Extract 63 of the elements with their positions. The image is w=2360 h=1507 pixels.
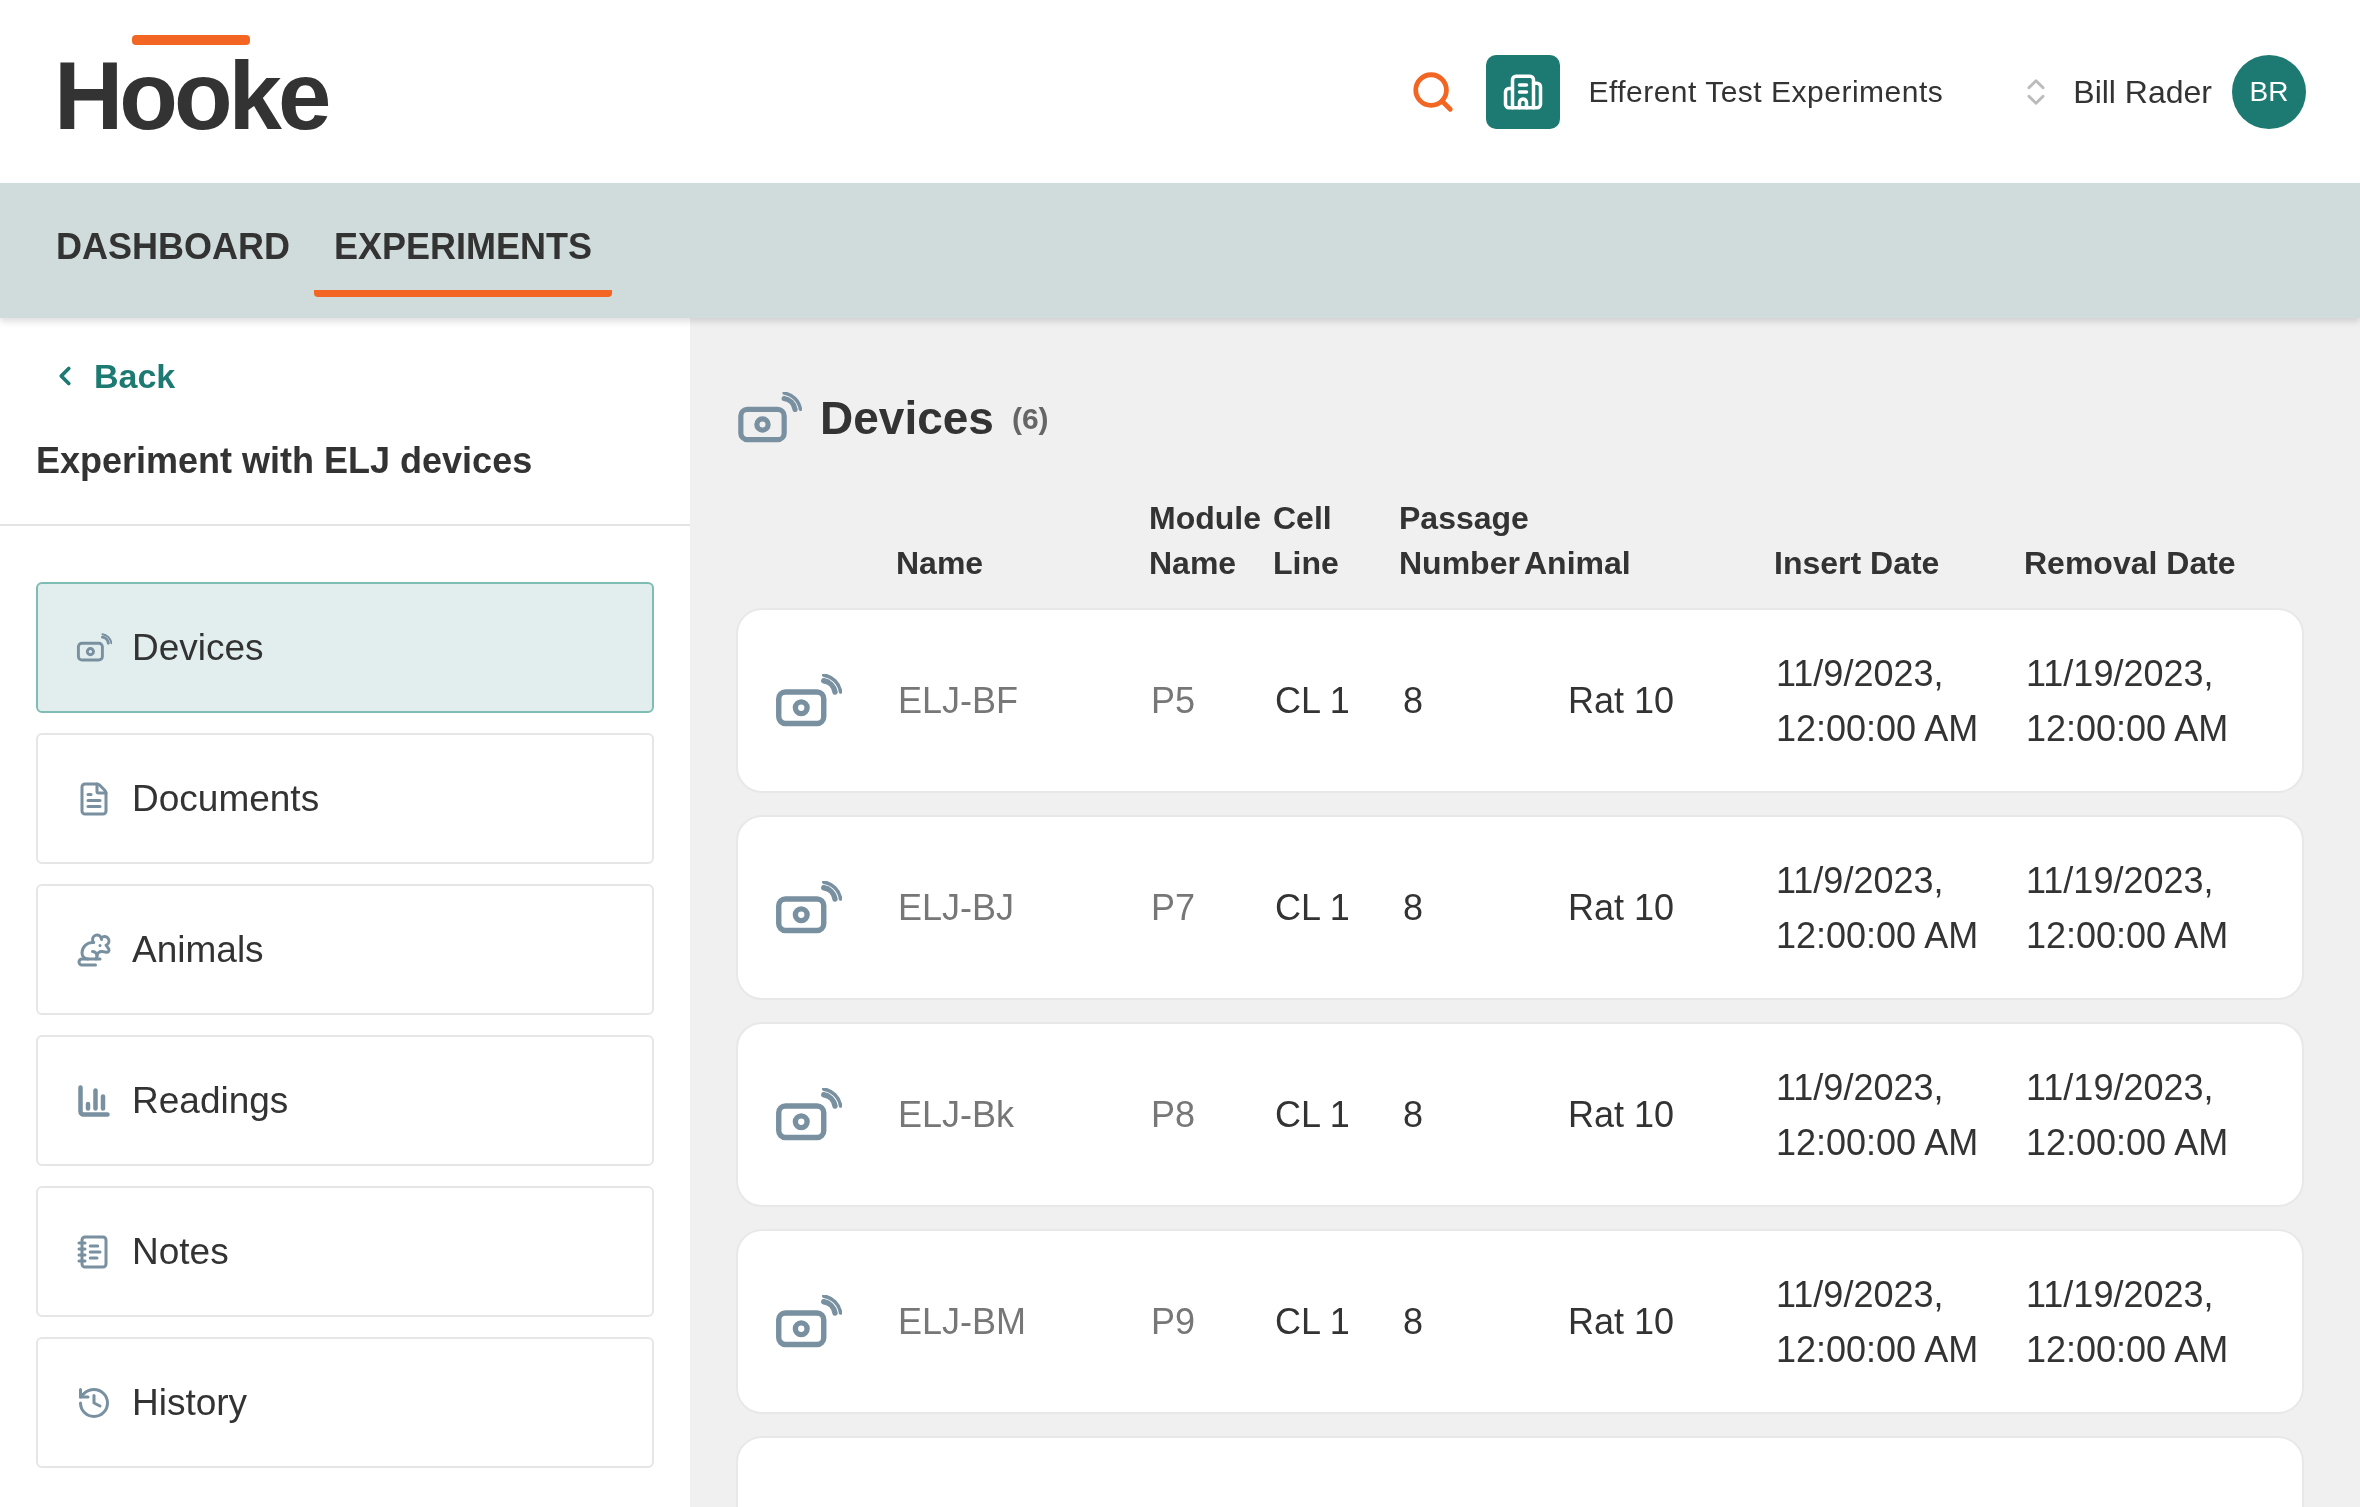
user-avatar[interactable]: BR [2232, 54, 2306, 129]
device-name: ELJ-BM [898, 1299, 1028, 1344]
experiment-title: Experiment with ELJ devices [36, 439, 534, 483]
device-row[interactable]: ELJ-BM P9 CL 1 8 Rat 10 11/9/2023, 12:00:00 AM 11/19/2023, 12:00:00 AM [736, 1229, 2304, 1414]
organization-icon [1486, 54, 1561, 129]
sidebar-item[interactable]: Animals [36, 884, 654, 1015]
column-header: Insert Date [1774, 544, 1941, 583]
removal-date: 11/19/2023, 12:00:00 AM [2026, 1272, 2229, 1372]
module-name: P9 [1151, 1299, 1197, 1344]
animal-name: Rat 10 [1567, 1092, 1676, 1137]
sidebar-item[interactable]: Documents [36, 733, 654, 864]
device-row[interactable]: ELJ-BF P5 CL 1 8 Rat 10 11/9/2023, 12:00:00 AM 11/19/2023, 12:00:00 AM [736, 608, 2304, 793]
sidebar-item[interactable]: Readings [36, 1035, 654, 1166]
rat-icon [76, 931, 112, 968]
animal-name: Rat 10 [1567, 678, 1676, 723]
device-name: ELJ-Bk [898, 1092, 1016, 1137]
insert-date: 11/9/2023, 12:00:00 AM [1776, 651, 1980, 751]
passage-number: 8 [1402, 678, 1425, 723]
device-row[interactable]: ELJ-Bk P8 CL 1 8 Rat 10 11/9/2023, 12:00:00 AM 11/19/2023, 12:00:00 AM [736, 1022, 2304, 1207]
devices-icon [736, 392, 802, 444]
passage-number: 8 [1402, 1299, 1425, 1344]
back-link[interactable]: Back [50, 348, 654, 404]
column-header: Animal [1524, 544, 1632, 583]
insert-date: 11/9/2023, 12:00:00 AM [1776, 1065, 1980, 1165]
removal-date: 11/19/2023, 12:00:00 AM [2026, 1065, 2229, 1165]
device-icon [774, 1087, 842, 1142]
user-name: Bill Rader [2073, 72, 2212, 112]
module-name: P5 [1151, 678, 1197, 723]
brand-logo[interactable]: Hooke [54, 31, 334, 152]
animal-name: Rat 10 [1567, 885, 1676, 930]
sidebar-item[interactable]: Devices [36, 582, 654, 713]
sidebar-item[interactable]: Notes [36, 1186, 654, 1317]
removal-date: 11/19/2023, 12:00:00 AM [2026, 858, 2229, 958]
organization-name: Efferent Test Experiments [1588, 74, 1944, 110]
device-icon [774, 673, 842, 728]
module-name: P8 [1151, 1092, 1197, 1137]
passage-number: 8 [1402, 885, 1425, 930]
device-count: (6) [1011, 400, 1049, 437]
column-header: Name [896, 544, 985, 583]
device-name: ELJ-BJ [898, 885, 1016, 930]
insert-date: 11/9/2023, 12:00:00 AM [1776, 858, 1980, 958]
cell-line: CL 1 [1275, 1092, 1351, 1137]
column-header: Cell Line [1273, 499, 1340, 583]
device-row[interactable]: ELJ-BJ P7 CL 1 8 Rat 10 11/9/2023, 12:00:00 AM 11/19/2023, 12:00:00 AM [736, 815, 2304, 1000]
section-title: Devices [820, 390, 994, 446]
column-header: Removal Date [2024, 544, 2237, 583]
bar-chart-icon [76, 1082, 112, 1119]
module-name: P7 [1151, 885, 1197, 930]
cell-line: CL 1 [1275, 1299, 1351, 1344]
device-icon [774, 880, 842, 935]
column-header: Module Name [1149, 499, 1262, 583]
device-icon [76, 632, 112, 663]
nav-tab[interactable]: EXPERIMENTS [314, 204, 613, 297]
animal-name: Rat 10 [1567, 1299, 1676, 1344]
insert-date: 11/9/2023, 12:00:00 AM [1776, 1272, 1980, 1372]
sidebar-item[interactable]: History [36, 1337, 654, 1468]
device-icon [774, 1294, 842, 1349]
device-name: ELJ-BF [898, 678, 1020, 723]
removal-date: 11/19/2023, 12:00:00 AM [2026, 651, 2229, 751]
nav-tab[interactable]: DASHBOARD [36, 204, 310, 297]
cell-line: CL 1 [1275, 885, 1351, 930]
passage-number: 8 [1402, 1092, 1425, 1137]
cell-line: CL 1 [1275, 678, 1351, 723]
